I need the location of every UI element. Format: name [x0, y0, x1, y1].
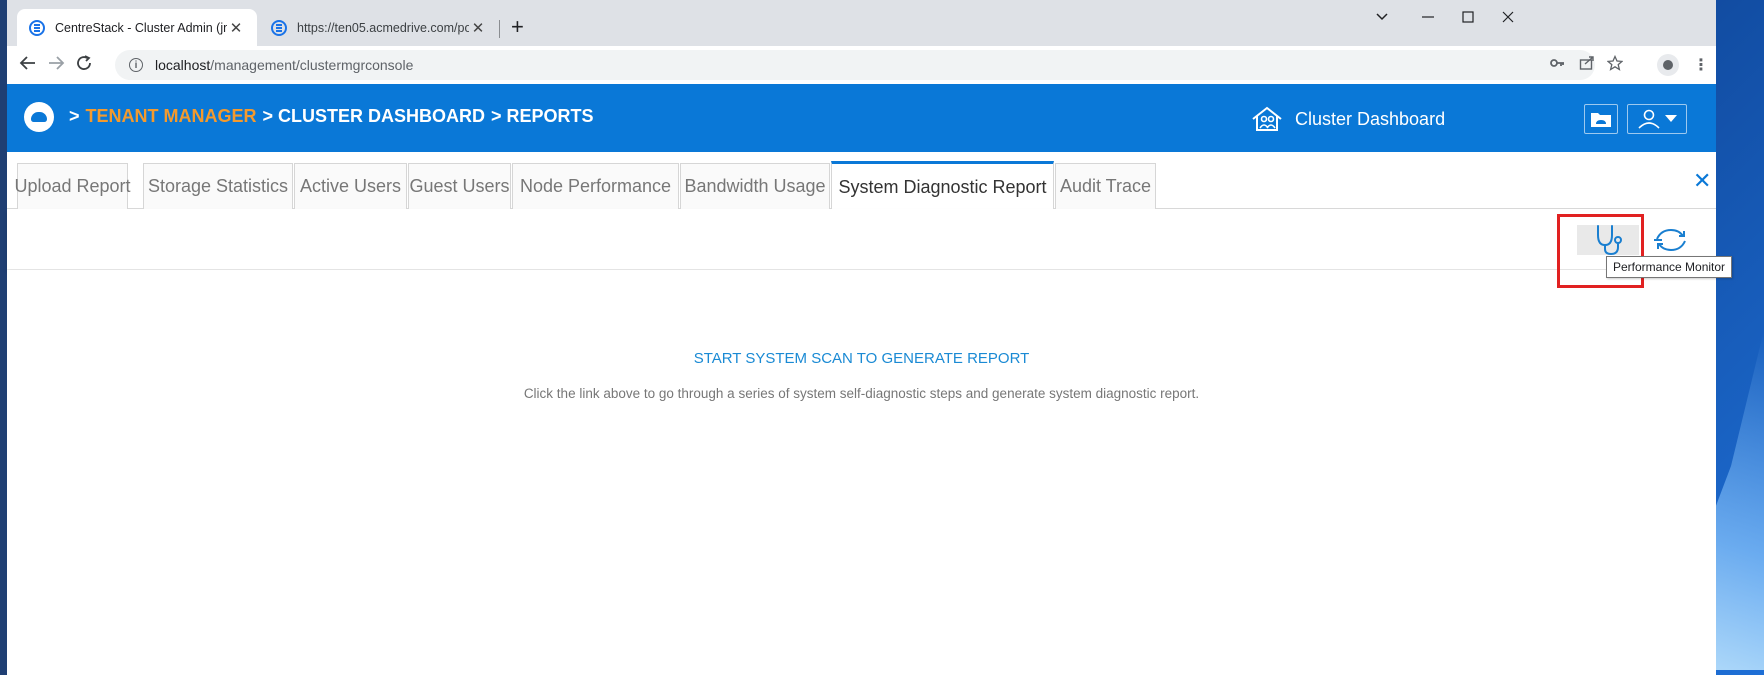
browser-window: CentreStack - Cluster Admin (jms ✕ https…: [0, 0, 1716, 675]
key-icon[interactable]: [1549, 55, 1565, 76]
folder-icon: [1591, 113, 1611, 127]
reload-icon[interactable]: [75, 54, 93, 76]
breadcrumb-separator: >: [69, 106, 80, 126]
tab-node-performance[interactable]: Node Performance: [512, 163, 679, 209]
report-tabs: Upload Report Storage Statistics Active …: [7, 152, 1716, 210]
close-icon[interactable]: ✕: [1693, 168, 1711, 194]
breadcrumb-reports: > REPORTS: [491, 106, 594, 126]
tab-storage-statistics[interactable]: Storage Statistics: [143, 163, 293, 209]
refresh-button[interactable]: [1651, 223, 1691, 257]
refresh-icon: [1654, 228, 1686, 252]
star-icon[interactable]: [1606, 54, 1624, 76]
browser-tab-active[interactable]: CentreStack - Cluster Admin (jms ✕: [17, 9, 257, 46]
new-tab-icon[interactable]: +: [511, 16, 524, 38]
info-icon[interactable]: i: [129, 58, 143, 72]
url-host: localhost: [155, 57, 211, 73]
tab-guest-users[interactable]: Guest Users: [408, 163, 511, 209]
close-tab-icon[interactable]: ✕: [227, 19, 245, 37]
share-icon[interactable]: [1579, 55, 1595, 76]
close-tab-icon[interactable]: ✕: [469, 19, 487, 37]
app-header: > TENANT MANAGER > CLUSTER DASHBOARD > REPO…: [7, 84, 1716, 152]
forward-icon[interactable]: [47, 54, 65, 76]
breadcrumb-cluster-dashboard[interactable]: > CLUSTER DASHBOARD: [263, 106, 486, 126]
cluster-dashboard-title: Cluster Dashboard: [1251, 106, 1445, 132]
report-action-bar: [7, 209, 1716, 269]
minimize-icon[interactable]: [1421, 10, 1435, 29]
tab-search-chevron-icon[interactable]: [1375, 10, 1389, 29]
house-users-icon: [1252, 106, 1282, 131]
tab-audit-trace[interactable]: Audit Trace: [1055, 163, 1156, 209]
tab-separator: [499, 20, 500, 38]
address-bar[interactable]: i localhost/management/clustermgrconsole: [115, 50, 1595, 80]
performance-monitor-tooltip: Performance Monitor: [1606, 256, 1733, 278]
browser-tab-title: https://ten05.acmedrive.com/por: [297, 20, 469, 35]
menu-icon[interactable]: ⋮: [1693, 55, 1709, 75]
browser-toolbar: i localhost/management/clustermgrconsole…: [7, 46, 1716, 84]
close-window-icon[interactable]: [1501, 10, 1515, 29]
profile-icon[interactable]: [1657, 54, 1679, 76]
caret-down-icon: [1665, 115, 1677, 122]
tab-system-diagnostic-report[interactable]: System Diagnostic Report: [831, 161, 1054, 210]
site-favicon-icon: [29, 19, 45, 36]
browser-tab-title: CentreStack - Cluster Admin (jms: [55, 20, 227, 35]
diagnostic-report-panel: START SYSTEM SCAN TO GENERATE REPORT Cli…: [7, 270, 1716, 675]
user-icon: [1638, 109, 1660, 129]
start-system-scan-link[interactable]: START SYSTEM SCAN TO GENERATE REPORT: [7, 350, 1716, 367]
breadcrumb-tenant-manager[interactable]: TENANT MANAGER: [86, 106, 257, 126]
browser-tab-strip: CentreStack - Cluster Admin (jms ✕ https…: [7, 0, 1716, 46]
breadcrumb: > TENANT MANAGER > CLUSTER DASHBOARD > REPO…: [69, 106, 594, 127]
site-favicon-icon: [271, 19, 287, 36]
cloud-logo-icon[interactable]: [24, 102, 54, 132]
tab-bandwidth-usage[interactable]: Bandwidth Usage: [680, 163, 830, 209]
tab-active-users[interactable]: Active Users: [294, 163, 407, 209]
url-path: /management/clustermgrconsole: [210, 57, 414, 73]
browser-tab-inactive[interactable]: https://ten05.acmedrive.com/por ✕: [259, 9, 499, 46]
maximize-icon[interactable]: [1461, 10, 1475, 29]
window-left-edge: [0, 0, 7, 675]
folder-button[interactable]: [1584, 104, 1618, 134]
user-menu-button[interactable]: [1627, 104, 1687, 134]
header-title-text: Cluster Dashboard: [1295, 108, 1446, 129]
scan-description: Click the link above to go through a ser…: [523, 386, 1200, 401]
tab-upload-report[interactable]: Upload Report: [14, 163, 131, 209]
back-icon[interactable]: [19, 54, 37, 76]
